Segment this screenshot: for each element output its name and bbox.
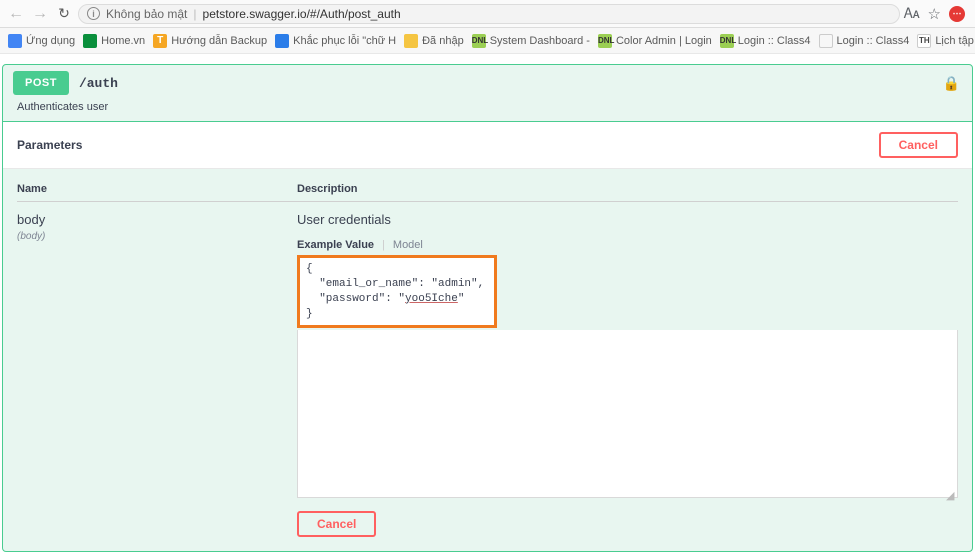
bookmark-label: Home.vn <box>101 35 145 47</box>
parameters-title: Parameters <box>17 138 82 152</box>
operation-block: POST /auth 🔒 Authenticates user Paramete… <box>2 64 973 552</box>
body-textarea[interactable] <box>297 330 958 498</box>
bookmark-gym[interactable]: THLịch tập gym 6 buổi <box>917 34 975 48</box>
bookmark-apps[interactable]: Ứng dụng <box>8 34 75 48</box>
translate-icon[interactable]: 🗛 <box>904 5 920 22</box>
parameter-description-cell: User credentials Example Value | Model {… <box>297 212 958 537</box>
url-text: petstore.swagger.io/#/Auth/post_auth <box>203 7 401 21</box>
swagger-content: POST /auth 🔒 Authenticates user Paramete… <box>0 54 975 552</box>
cancel-button-bottom[interactable]: Cancel <box>297 511 376 537</box>
browser-toolbar: ← → ↻ i Không bảo mật | petstore.swagger… <box>0 0 975 28</box>
bookmark-danhap[interactable]: Đã nhập <box>404 34 464 48</box>
example-highlight-box: { "email_or_name": "admin", "password": … <box>297 255 497 328</box>
url-divider: | <box>193 7 196 21</box>
bookmark-login-class4-b[interactable]: Login :: Class4 <box>819 34 910 48</box>
bookmark-backup[interactable]: THướng dẫn Backup <box>153 34 267 48</box>
back-icon[interactable]: ← <box>6 5 26 23</box>
parameters-header-row: Name Description <box>17 183 958 202</box>
parameters-bar: Parameters Cancel <box>3 122 972 169</box>
bookmark-label: Color Admin | Login <box>616 35 712 47</box>
bookmark-bar: Ứng dụng Home.vn THướng dẫn Backup Khắc … <box>0 28 975 54</box>
body-editor-container: { "email_or_name": "admin", "password": … <box>297 255 958 501</box>
bookmark-label: Ứng dụng <box>26 35 75 47</box>
bookmark-sysdash[interactable]: DNLSystem Dashboard - <box>472 34 590 48</box>
lock-icon[interactable]: 🔒 <box>943 75 960 92</box>
bookmark-khacphuc[interactable]: Khắc phục lỗi "chữ H <box>275 34 396 48</box>
parameter-name-cell: body (body) <box>17 212 297 537</box>
parameter-name: body <box>17 212 297 227</box>
bookmark-homevn[interactable]: Home.vn <box>83 34 145 48</box>
toolbar-right: 🗛 ☆ ⋯ <box>904 5 969 23</box>
forward-icon: → <box>30 5 50 23</box>
operation-summary: Authenticates user <box>3 101 972 122</box>
schema-tabs: Example Value | Model <box>297 239 958 251</box>
reload-icon[interactable]: ↻ <box>54 5 74 22</box>
parameter-description: User credentials <box>297 212 958 227</box>
method-badge: POST <box>13 71 69 95</box>
tab-example-value[interactable]: Example Value <box>297 239 374 251</box>
parameters-body: Name Description body (body) User creden… <box>3 169 972 551</box>
tab-separator: | <box>382 239 385 251</box>
insecure-info-icon[interactable]: i <box>87 7 100 20</box>
col-header-name: Name <box>17 183 297 195</box>
bookmark-star-icon[interactable]: ☆ <box>928 5 941 23</box>
bookmark-label: Khắc phục lỗi "chữ H <box>293 35 396 47</box>
parameter-type: (body) <box>17 231 297 242</box>
bookmark-label: Login :: Class4 <box>837 35 910 47</box>
bottom-actions: Cancel <box>297 511 958 537</box>
col-header-description: Description <box>297 183 958 195</box>
bookmark-label: Lịch tập gym 6 buổi <box>935 35 975 47</box>
parameter-row: body (body) User credentials Example Val… <box>17 202 958 537</box>
bookmark-label: System Dashboard - <box>490 35 590 47</box>
bookmark-coloradmin[interactable]: DNLColor Admin | Login <box>598 34 712 48</box>
insecure-label: Không bảo mật <box>106 7 187 21</box>
extension-badge-icon[interactable]: ⋯ <box>949 6 965 22</box>
cancel-button[interactable]: Cancel <box>879 132 958 158</box>
example-json[interactable]: { "email_or_name": "admin", "password": … <box>300 258 494 325</box>
bookmark-label: Hướng dẫn Backup <box>171 35 267 47</box>
operation-header[interactable]: POST /auth 🔒 <box>3 65 972 101</box>
bookmark-login-class4-a[interactable]: DNLLogin :: Class4 <box>720 34 811 48</box>
bookmark-label: Đã nhập <box>422 35 464 47</box>
operation-path: /auth <box>79 76 118 91</box>
resize-handle-icon[interactable]: ◢ <box>946 489 956 499</box>
tab-model[interactable]: Model <box>393 239 423 251</box>
bookmark-label: Login :: Class4 <box>738 35 811 47</box>
address-bar[interactable]: i Không bảo mật | petstore.swagger.io/#/… <box>78 4 900 24</box>
